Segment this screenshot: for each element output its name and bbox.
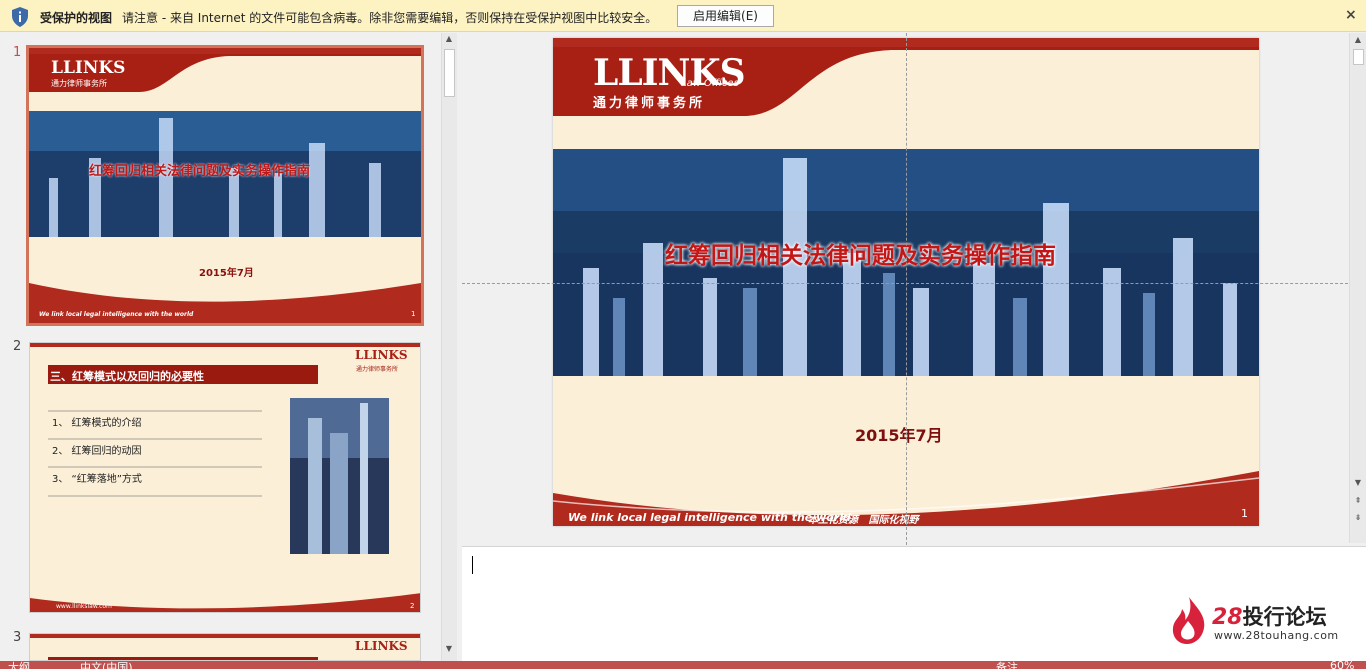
- slide-thumbnail-3[interactable]: LLINKS: [29, 633, 421, 661]
- protected-view-title: 受保护的视图: [40, 11, 113, 25]
- slide-2-thumb-item-1: 1、 红筹模式的介绍: [52, 418, 142, 429]
- slide-number-3: 3: [13, 630, 22, 645]
- slide-footer-cn: 本土化资源 国际化视野: [808, 515, 919, 526]
- thumbnail-scroll-thumb[interactable]: [444, 49, 455, 97]
- flame-icon: [1172, 597, 1205, 644]
- slide-number-1: 1: [13, 45, 22, 60]
- slide-2-thumb-page: 2: [410, 602, 415, 610]
- watermark-number: 28: [1212, 605, 1243, 630]
- watermark-url: www.28touhang.com: [1214, 629, 1339, 642]
- slide-page-number: 1: [1241, 507, 1248, 520]
- status-notes-button[interactable]: 备注: [996, 661, 1018, 669]
- status-bar: 大纲 中文(中国) 备注 60%: [0, 661, 1366, 669]
- slide-scrollbar[interactable]: ▲ ▼ ⇞ ⇟: [1349, 33, 1366, 543]
- notes-text-caret: [472, 556, 473, 574]
- scroll-up-arrow-icon[interactable]: ▲: [442, 34, 456, 43]
- slide-logo-cn: 通力律师事务所: [593, 96, 706, 111]
- slide-1-thumb-logo-cn: 通力律师事务所: [51, 79, 107, 88]
- touhang-watermark-logo: 28投行论坛 www.28touhang.com: [1170, 595, 1350, 647]
- slide-date: 2015年7月: [855, 426, 943, 445]
- slide-3-thumb-logo: LLINKS: [355, 639, 408, 653]
- status-zoom-level[interactable]: 60%: [1330, 661, 1354, 669]
- slide-thumbnail-1[interactable]: LLINKS 通力律师事务所 红筹回归相关法律问题及实务操作指南 2015年7月…: [26, 45, 424, 326]
- watermark-title: 28投行论坛: [1212, 601, 1327, 631]
- close-banner-button[interactable]: ×: [1345, 7, 1357, 23]
- vertical-guide[interactable]: [906, 33, 907, 545]
- main-scroll-down-icon[interactable]: ▼: [1351, 478, 1365, 487]
- slide-2-thumb-heading: 三、红筹模式以及回归的必要性: [50, 370, 204, 383]
- status-language[interactable]: 中文(中国): [80, 661, 133, 669]
- main-scroll-up-icon[interactable]: ▲: [1351, 35, 1365, 44]
- slide-2-thumb-item-2: 2、 红筹回归的动因: [52, 446, 142, 457]
- slide-2-thumb-footer: www.llinkslaw.com: [56, 603, 112, 610]
- slide-1-thumb-date: 2015年7月: [199, 268, 254, 279]
- slide-2-thumb-item-3: 3、 “红筹落地”方式: [52, 474, 142, 485]
- status-outline-label[interactable]: 大纲: [8, 661, 30, 669]
- watermark-text: 投行论坛: [1242, 605, 1327, 629]
- slide-thumbnail-2[interactable]: LLINKS 通力律师事务所 三、红筹模式以及回归的必要性 1、 红筹模式的介绍…: [29, 342, 421, 613]
- slide-number-2: 2: [13, 339, 22, 354]
- slide-1-thumb-footer: We link local legal intelligence with th…: [39, 311, 194, 318]
- slide-2-thumb-logo: LLINKS: [355, 348, 408, 362]
- shield-info-icon: [12, 7, 28, 27]
- slide-title: 红筹回归相关法律问题及实务操作指南: [665, 242, 1056, 269]
- main-scroll-thumb[interactable]: [1353, 49, 1364, 65]
- slide-1-thumb-page: 1: [411, 310, 416, 318]
- scroll-down-arrow-icon[interactable]: ▼: [442, 644, 456, 653]
- slide-logo-subtitle: Law Offices: [681, 78, 739, 89]
- protected-view-banner: 受保护的视图 请注意 - 来自 Internet 的文件可能包含病毒。除非您需要…: [0, 0, 1366, 32]
- thumbnail-scrollbar[interactable]: ▲ ▼: [441, 33, 457, 661]
- protected-view-message: 请注意 - 来自 Internet 的文件可能包含病毒。除非您需要编辑，否则保持…: [122, 11, 658, 25]
- previous-slide-icon[interactable]: ⇞: [1351, 496, 1365, 505]
- enable-editing-button[interactable]: 启用编辑(E): [677, 5, 774, 27]
- slide-1-thumb-logo: LLINKS: [51, 58, 126, 78]
- slide-1-thumbnail-graphic: [29, 48, 421, 323]
- next-slide-icon[interactable]: ⇟: [1351, 513, 1365, 522]
- horizontal-guide[interactable]: [462, 283, 1348, 284]
- slide-1-thumb-title: 红筹回归相关法律问题及实务操作指南: [89, 164, 311, 179]
- slide-2-thumb-logo-cn: 通力律师事务所: [356, 366, 399, 373]
